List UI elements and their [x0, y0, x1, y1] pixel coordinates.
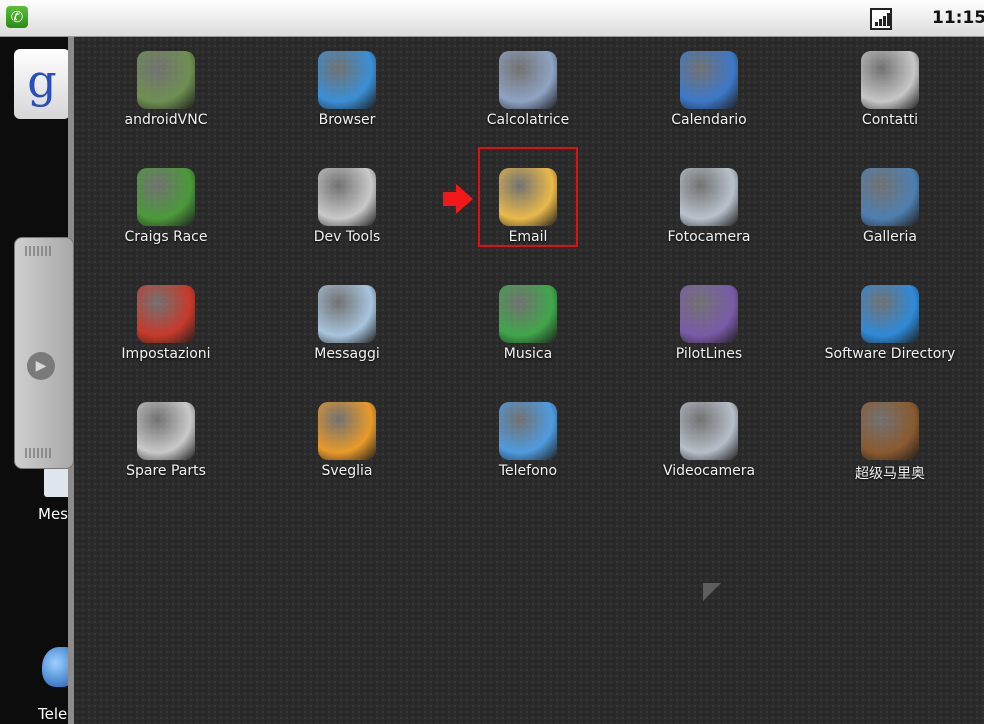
globe-icon: [318, 51, 376, 109]
app-label: Galleria: [862, 229, 918, 245]
app-label: Calendario: [671, 112, 747, 128]
pilotlines-icon: [680, 285, 738, 343]
software-directory-icon: [861, 285, 919, 343]
camera-icon: [680, 168, 738, 226]
app-race-5[interactable]: Craigs Race: [86, 164, 246, 274]
app-software-directory-14[interactable]: Software Directory: [810, 281, 970, 391]
drawer-toggle-icon[interactable]: ▶: [27, 352, 55, 380]
phone-call-notification-icon[interactable]: ✆: [6, 6, 28, 28]
app-label: Musica: [503, 346, 553, 362]
app-pilotlines-13[interactable]: PilotLines: [629, 281, 789, 391]
app-label: Telefono: [498, 463, 558, 479]
home-messages-label: Mes: [38, 505, 68, 523]
app-label: Messaggi: [314, 346, 380, 362]
alarm-clock-icon: [318, 402, 376, 460]
messages-icon: [318, 285, 376, 343]
grip-lines-icon: [25, 448, 53, 458]
signal-strength-icon: [870, 8, 892, 30]
google-search-widget[interactable]: g: [14, 49, 70, 119]
app-label: PilotLines: [675, 346, 743, 362]
app-video-camera-18[interactable]: Videocamera: [629, 398, 789, 508]
gear-icon: [137, 402, 195, 460]
app-phone-17[interactable]: Telefono: [448, 398, 608, 508]
mario-icon: [861, 402, 919, 460]
app-alarm-clock-16[interactable]: Sveglia: [267, 398, 427, 508]
phone-icon: [499, 402, 557, 460]
app-label: Software Directory: [824, 346, 956, 362]
app-label: Fotocamera: [667, 229, 751, 245]
calendar-icon: [680, 51, 738, 109]
app-gear-6[interactable]: Dev Tools: [267, 164, 427, 274]
race-icon: [137, 168, 195, 226]
app-label: Videocamera: [662, 463, 756, 479]
vnc-icon: [137, 51, 195, 109]
home-phone-label: Tele: [38, 705, 68, 723]
app-globe-1[interactable]: Browser: [267, 47, 427, 157]
app-label: androidVNC: [124, 112, 208, 128]
video-camera-icon: [680, 402, 738, 460]
status-clock: 11:15: [932, 8, 984, 28]
gallery-icon: [861, 168, 919, 226]
email-highlight-box: [478, 147, 578, 247]
app-label: Browser: [318, 112, 376, 128]
settings-icon: [137, 285, 195, 343]
app-gear-15[interactable]: Spare Parts: [86, 398, 246, 508]
app-label: Spare Parts: [126, 463, 206, 479]
app-vnc-0[interactable]: androidVNC: [86, 47, 246, 157]
app-music-12[interactable]: Musica: [448, 281, 608, 391]
app-label: Craigs Race: [124, 229, 208, 245]
status-bar: ✆ 11:15: [0, 0, 984, 37]
app-label: Calcolatrice: [486, 112, 570, 128]
calculator-icon: [499, 51, 557, 109]
app-gallery-9[interactable]: Galleria: [810, 164, 970, 274]
grip-lines-icon: [25, 246, 53, 256]
app-contacts-4[interactable]: Contatti: [810, 47, 970, 157]
app-messages-11[interactable]: Messaggi: [267, 281, 427, 391]
app-calculator-2[interactable]: Calcolatrice: [448, 47, 608, 157]
scroll-indicator: [703, 583, 721, 601]
app-label: 超级马里奥: [855, 466, 925, 482]
app-label: Contatti: [861, 112, 919, 128]
app-camera-8[interactable]: Fotocamera: [629, 164, 789, 274]
app-settings-10[interactable]: Impostazioni: [86, 281, 246, 391]
app-label: Sveglia: [321, 463, 373, 479]
app-calendar-3[interactable]: Calendario: [629, 47, 789, 157]
app-mario-19[interactable]: 超级马里奥: [810, 398, 970, 508]
music-icon: [499, 285, 557, 343]
contacts-icon: [861, 51, 919, 109]
gear-icon: [318, 168, 376, 226]
app-label: Dev Tools: [313, 229, 381, 245]
app-label: Impostazioni: [121, 346, 211, 362]
drawer-handle[interactable]: ▶: [14, 237, 74, 469]
